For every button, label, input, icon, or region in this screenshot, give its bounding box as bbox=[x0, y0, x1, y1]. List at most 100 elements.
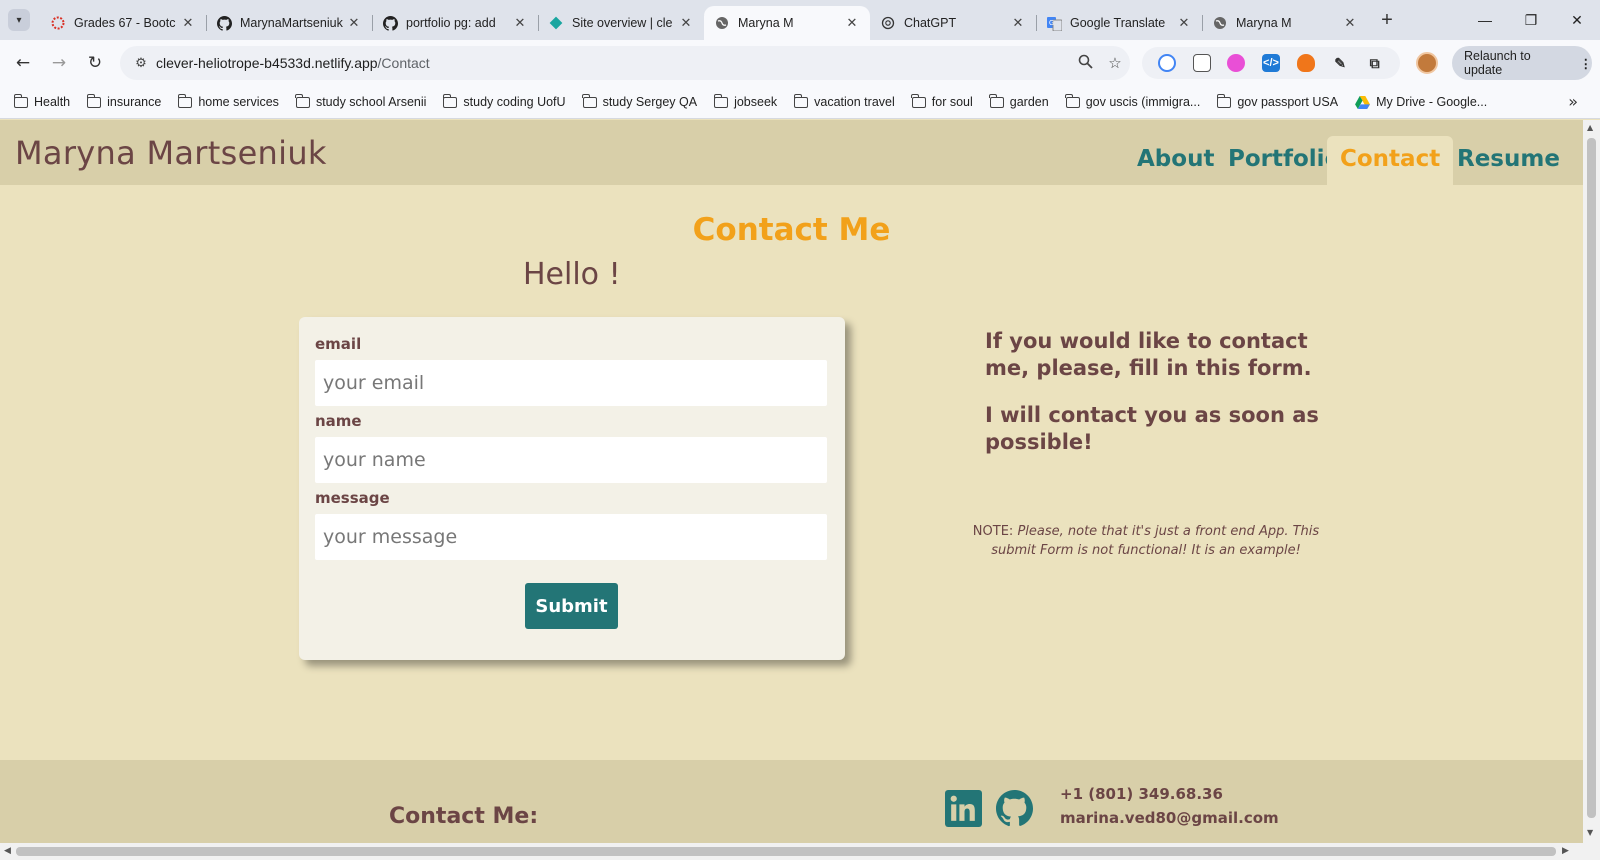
globe-icon bbox=[1212, 15, 1228, 31]
minimize-icon[interactable]: — bbox=[1462, 0, 1508, 40]
close-icon[interactable]: ✕ bbox=[678, 15, 694, 31]
bookmark-folder[interactable]: Health bbox=[13, 93, 70, 109]
folder-icon bbox=[793, 93, 809, 108]
contact-form: email name message Submit bbox=[299, 317, 845, 660]
tab[interactable]: Site overview | cle ✕ bbox=[538, 6, 705, 40]
vscode-icon[interactable]: </> bbox=[1261, 54, 1280, 72]
page-title: Contact Me bbox=[692, 212, 891, 248]
more-menu-icon[interactable]: ⋮ bbox=[1580, 56, 1593, 71]
github-icon bbox=[216, 15, 232, 31]
translate-icon: G bbox=[1046, 15, 1062, 31]
address-bar[interactable]: ⚙ clever-heliotrope-b4533d.netlify.app/C… bbox=[120, 46, 1130, 80]
profile-avatar[interactable] bbox=[1416, 52, 1438, 74]
bookmark-folder[interactable]: for soul bbox=[911, 93, 973, 109]
linkedin-icon[interactable] bbox=[945, 790, 982, 827]
bookmark-folder[interactable]: garden bbox=[989, 93, 1049, 109]
bookmark-folder[interactable]: study school Arsenii bbox=[295, 93, 426, 109]
bookmark-folder[interactable]: study Sergey QA bbox=[582, 93, 697, 109]
horizontal-scrollbar[interactable]: ◀ ▶ bbox=[0, 843, 1600, 860]
folder-icon bbox=[1065, 93, 1080, 108]
email-field[interactable] bbox=[315, 360, 827, 406]
folder-icon bbox=[86, 93, 102, 108]
back-icon[interactable]: ← bbox=[8, 48, 38, 78]
netlify-icon bbox=[548, 15, 564, 31]
tab-title: Maryna M bbox=[738, 16, 794, 30]
tab-title: MarynaMartseniuk bbox=[240, 16, 343, 30]
close-icon[interactable]: ✕ bbox=[844, 15, 860, 31]
site-brand[interactable]: Maryna Martseniuk bbox=[15, 134, 327, 172]
close-icon[interactable]: ✕ bbox=[1176, 15, 1192, 31]
name-field[interactable] bbox=[315, 437, 827, 483]
chess-extension-icon[interactable] bbox=[1296, 54, 1315, 72]
tab[interactable]: Maryna M ✕ bbox=[1202, 6, 1368, 40]
footer-email[interactable]: marina.ved80@gmail.com bbox=[1060, 809, 1279, 827]
scroll-up-icon[interactable]: ▲ bbox=[1587, 123, 1593, 132]
bookmark-folder[interactable]: home services bbox=[177, 93, 279, 109]
chatgpt-icon bbox=[880, 15, 896, 31]
browser-toolbar: ← → ↻ ⚙ clever-heliotrope-b4533d.netlify… bbox=[0, 40, 1600, 86]
scrollbar-thumb[interactable] bbox=[1587, 138, 1596, 818]
greeting: Hello ! bbox=[523, 257, 621, 292]
bookmark-folder[interactable]: vacation travel bbox=[793, 93, 895, 109]
tab-title: portfolio pg: add bbox=[406, 16, 496, 30]
bookmark-folder[interactable]: insurance bbox=[86, 93, 161, 109]
tab[interactable]: portfolio pg: add ✕ bbox=[372, 6, 539, 40]
scroll-left-icon[interactable]: ◀ bbox=[4, 846, 11, 856]
github-icon[interactable] bbox=[996, 790, 1033, 827]
bookmark-link[interactable]: My Drive - Google... bbox=[1355, 95, 1487, 109]
scroll-down-icon[interactable]: ▼ bbox=[1587, 828, 1593, 837]
footer-title: Contact Me: bbox=[389, 804, 539, 829]
close-icon[interactable]: ✕ bbox=[180, 15, 196, 31]
zoom-icon[interactable] bbox=[1070, 54, 1100, 73]
forward-icon[interactable]: → bbox=[44, 48, 74, 78]
recorder-extension-icon[interactable] bbox=[1227, 54, 1246, 72]
tab-active[interactable]: Maryna M ✕ bbox=[704, 6, 870, 40]
relaunch-button[interactable]: Relaunch to update ⋮ bbox=[1452, 46, 1592, 80]
url-text[interactable]: clever-heliotrope-b4533d.netlify.app/Con… bbox=[156, 55, 1070, 71]
name-label: name bbox=[315, 412, 362, 430]
close-icon[interactable]: ✕ bbox=[1010, 15, 1026, 31]
new-tab-button[interactable]: + bbox=[1372, 9, 1402, 32]
github-icon bbox=[382, 15, 398, 31]
svg-text:G: G bbox=[1049, 20, 1054, 27]
bookmark-folder[interactable]: study coding UofU bbox=[442, 93, 566, 109]
tab-title: ChatGPT bbox=[904, 16, 957, 30]
bookmarks-overflow-icon[interactable]: » bbox=[1568, 92, 1578, 111]
tab[interactable]: Grades 67 - Bootc ✕ bbox=[40, 6, 207, 40]
close-window-icon[interactable]: ✕ bbox=[1554, 0, 1600, 40]
scrollbar-thumb[interactable] bbox=[16, 847, 1556, 856]
submit-button[interactable]: Submit bbox=[525, 583, 618, 629]
bookmark-star-icon[interactable]: ☆ bbox=[1100, 54, 1130, 72]
tab-search-button[interactable]: ▾ bbox=[8, 9, 30, 31]
bookmark-folder[interactable]: gov uscis (immigra... bbox=[1065, 93, 1200, 109]
tab-capture-icon[interactable] bbox=[1192, 54, 1211, 72]
scroll-right-icon[interactable]: ▶ bbox=[1562, 846, 1569, 856]
extensions-puzzle-icon[interactable]: ⧉ bbox=[1366, 54, 1384, 72]
nav-contact[interactable]: Contact bbox=[1327, 136, 1454, 185]
tab[interactable]: ChatGPT ✕ bbox=[870, 6, 1037, 40]
bookmarks-bar: Health insurance home services study sch… bbox=[0, 86, 1600, 119]
message-field[interactable] bbox=[315, 514, 827, 560]
folder-icon bbox=[911, 93, 926, 108]
close-icon[interactable]: ✕ bbox=[346, 15, 362, 31]
eyedropper-icon[interactable]: ✎ bbox=[1331, 54, 1349, 72]
restore-icon[interactable]: ❐ bbox=[1508, 0, 1554, 40]
close-icon[interactable]: ✕ bbox=[512, 15, 528, 31]
note-label: NOTE: bbox=[972, 524, 1014, 539]
tab-title: Site overview | cle bbox=[572, 16, 673, 30]
vertical-scrollbar[interactable]: ▲ ▼ bbox=[1583, 120, 1600, 843]
tab-title: Maryna M bbox=[1236, 16, 1292, 30]
nav-resume[interactable]: Resume bbox=[1444, 136, 1573, 185]
google-lens-icon[interactable] bbox=[1158, 54, 1177, 72]
bookmark-folder[interactable]: jobseek bbox=[713, 93, 777, 109]
tab[interactable]: MarynaMartseniuk ✕ bbox=[206, 6, 373, 40]
site-info-icon[interactable]: ⚙ bbox=[130, 56, 152, 71]
bookmark-folder[interactable]: gov passport USA bbox=[1216, 93, 1338, 109]
nav-about[interactable]: About bbox=[1124, 136, 1227, 185]
reload-icon[interactable]: ↻ bbox=[80, 48, 110, 78]
tab[interactable]: G Google Translate ✕ bbox=[1036, 6, 1203, 40]
footer-phone[interactable]: +1 (801) 349.68.36 bbox=[1060, 785, 1223, 803]
folder-icon bbox=[713, 93, 729, 108]
close-icon[interactable]: ✕ bbox=[1342, 15, 1358, 31]
folder-icon bbox=[295, 93, 310, 108]
